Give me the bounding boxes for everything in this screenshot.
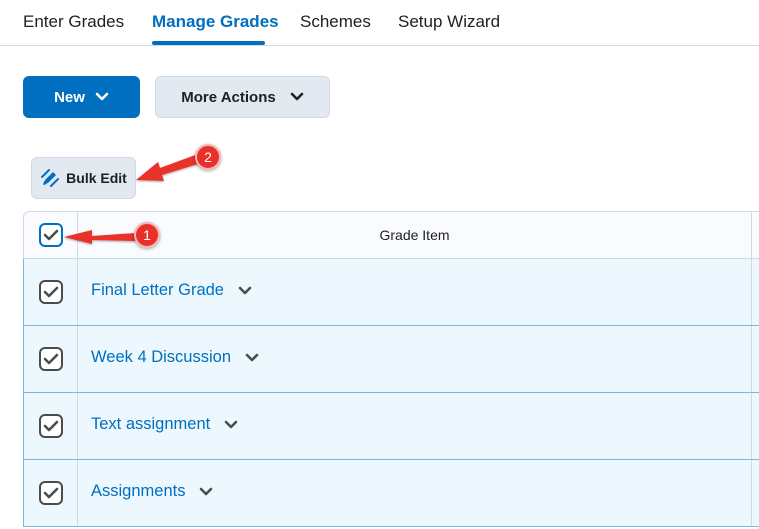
grade-item-link[interactable]: Text assignment (91, 415, 238, 434)
grade-item-name: Week 4 Discussion (91, 348, 232, 366)
bulk-edit-button[interactable]: Bulk Edit (31, 157, 136, 199)
table-row: Text assignment (23, 393, 759, 460)
checkmark-icon (43, 420, 59, 432)
more-actions-button[interactable]: More Actions (155, 76, 330, 118)
column-divider (751, 326, 752, 392)
row-checkbox[interactable] (39, 414, 63, 438)
column-divider (751, 393, 752, 459)
annotation-badge-2: 2 (195, 144, 221, 170)
checkmark-icon (43, 487, 59, 499)
row-checkbox[interactable] (39, 280, 63, 304)
table-row: Week 4 Discussion (23, 326, 759, 393)
new-button[interactable]: New (23, 76, 140, 118)
annotation-arrow-2 (136, 154, 201, 181)
table-row: Final Letter Grade (23, 259, 759, 326)
annotation-badge-1: 1 (134, 222, 160, 248)
tab-schemes[interactable]: Schemes (300, 12, 371, 32)
column-divider (751, 460, 752, 526)
chevron-down-icon[interactable] (245, 353, 259, 363)
column-divider (751, 259, 752, 325)
tab-setup-wizard[interactable]: Setup Wizard (398, 12, 500, 32)
grade-item-column-header: Grade Item (379, 227, 450, 243)
checkmark-icon (43, 286, 59, 298)
grade-item-name: Assignments (91, 482, 186, 500)
table-row: Assignments (23, 460, 759, 527)
column-divider (77, 326, 78, 392)
column-divider (77, 259, 78, 325)
chevron-down-icon[interactable] (199, 487, 213, 497)
tab-manage-grades[interactable]: Manage Grades (152, 12, 279, 32)
tab-bar: Enter Grades Manage Grades Schemes Setup… (0, 0, 759, 46)
chevron-down-icon[interactable] (238, 286, 252, 296)
chevron-down-icon[interactable] (224, 420, 238, 430)
select-all-checkbox[interactable] (39, 223, 63, 247)
active-tab-indicator (152, 41, 265, 45)
grade-item-name: Final Letter Grade (91, 281, 224, 299)
row-checkbox[interactable] (39, 347, 63, 371)
column-divider (77, 460, 78, 526)
checkmark-icon (43, 353, 59, 365)
grade-item-name: Text assignment (91, 415, 211, 433)
more-actions-label: More Actions (181, 88, 276, 106)
pencil-icon (40, 168, 60, 188)
chevron-down-icon (95, 92, 109, 101)
column-divider (77, 393, 78, 459)
new-button-label: New (54, 88, 85, 106)
grade-item-link[interactable]: Final Letter Grade (91, 281, 252, 300)
tab-enter-grades[interactable]: Enter Grades (23, 12, 124, 32)
bulk-edit-label: Bulk Edit (66, 170, 127, 186)
checkmark-icon (43, 229, 59, 241)
row-checkbox[interactable] (39, 481, 63, 505)
grade-items-table: Grade Item Final Letter Grade Week 4 Dis… (23, 211, 759, 527)
grade-item-link[interactable]: Assignments (91, 482, 213, 501)
column-divider (751, 212, 752, 258)
grade-item-link[interactable]: Week 4 Discussion (91, 348, 259, 367)
chevron-down-icon (290, 92, 304, 101)
